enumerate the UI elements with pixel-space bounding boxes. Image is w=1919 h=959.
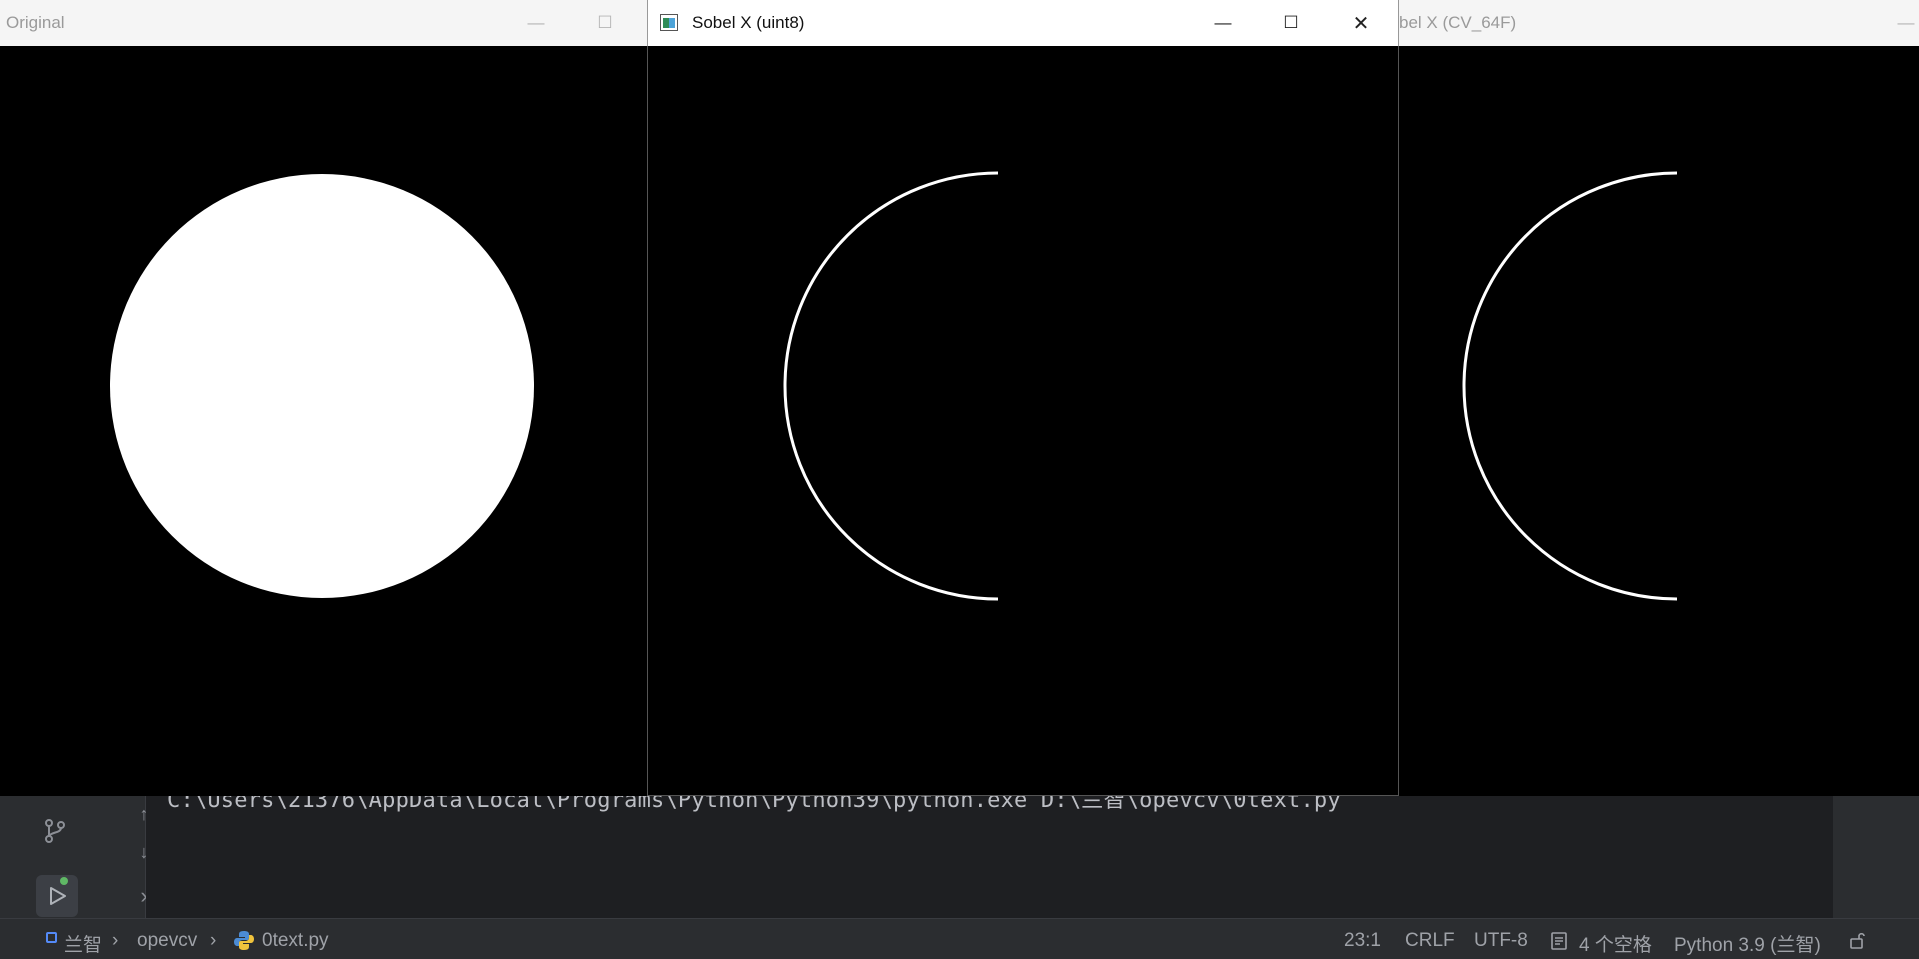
status-bar: 兰智 › opevcv › 0text.py 23:1 CRLF UTF-8 4… <box>0 918 1919 959</box>
opencv-window-icon <box>660 14 678 31</box>
running-indicator-dot <box>60 877 68 885</box>
breadcrumb-folder[interactable]: opevcv <box>137 930 197 952</box>
ide-right-strip <box>1833 796 1919 918</box>
unlock-glyph <box>1850 932 1865 949</box>
lock-icon[interactable] <box>1848 930 1868 956</box>
window-titlebar[interactable]: Original — ☐ <box>0 0 650 46</box>
image-display <box>0 46 650 796</box>
minimize-icon[interactable]: — <box>1893 10 1919 36</box>
maximize-icon[interactable]: ☐ <box>1278 10 1304 36</box>
window-title: Original <box>6 13 65 32</box>
window-title: bel X (CV_64F) <box>1399 13 1517 32</box>
breadcrumb-project[interactable]: 兰智 <box>64 930 102 957</box>
chevron-right-icon: › <box>112 930 119 951</box>
ide-left-strip <box>0 796 28 918</box>
cursor-position[interactable]: 23:1 <box>1344 930 1381 952</box>
image-display <box>1399 46 1919 796</box>
white-circle <box>110 174 534 598</box>
filled-circle-image <box>110 174 534 598</box>
image-display <box>647 46 1399 796</box>
sobel-64f-edge-image <box>1462 171 1678 601</box>
console-output[interactable] <box>146 796 1833 918</box>
line-ending[interactable]: CRLF <box>1405 930 1455 952</box>
breadcrumb-file[interactable]: 0text.py <box>262 930 329 952</box>
minimize-icon[interactable]: — <box>1210 10 1236 36</box>
minimize-icon[interactable]: — <box>523 10 549 36</box>
python-interpreter[interactable]: Python 3.9 (兰智) <box>1674 930 1821 957</box>
document-glyph <box>1551 932 1567 950</box>
left-edge-arc <box>1462 171 1678 601</box>
python-file-icon <box>233 929 255 957</box>
window-titlebar[interactable]: bel X (CV_64F) — <box>1399 0 1919 46</box>
file-encoding[interactable]: UTF-8 <box>1474 930 1528 952</box>
play-glyph <box>50 887 66 905</box>
window-titlebar[interactable]: Sobel X (uint8) — ☐ ✕ <box>647 0 1399 46</box>
git-branch-icon[interactable] <box>37 813 73 849</box>
window-title: Sobel X (uint8) <box>692 13 805 32</box>
close-icon[interactable]: ✕ <box>1348 10 1374 36</box>
chevron-right-icon: › <box>210 930 217 951</box>
python-logo-glyph <box>234 931 254 950</box>
indent-icon <box>1550 931 1570 957</box>
run-icon[interactable] <box>36 875 78 917</box>
maximize-icon[interactable]: ☐ <box>592 10 618 36</box>
indent-setting[interactable]: 4 个空格 <box>1579 930 1652 957</box>
git-branch-glyph <box>45 819 65 843</box>
left-edge-arc <box>783 171 999 601</box>
sobel-uint8-edge-image <box>783 171 999 601</box>
project-icon <box>46 932 57 943</box>
